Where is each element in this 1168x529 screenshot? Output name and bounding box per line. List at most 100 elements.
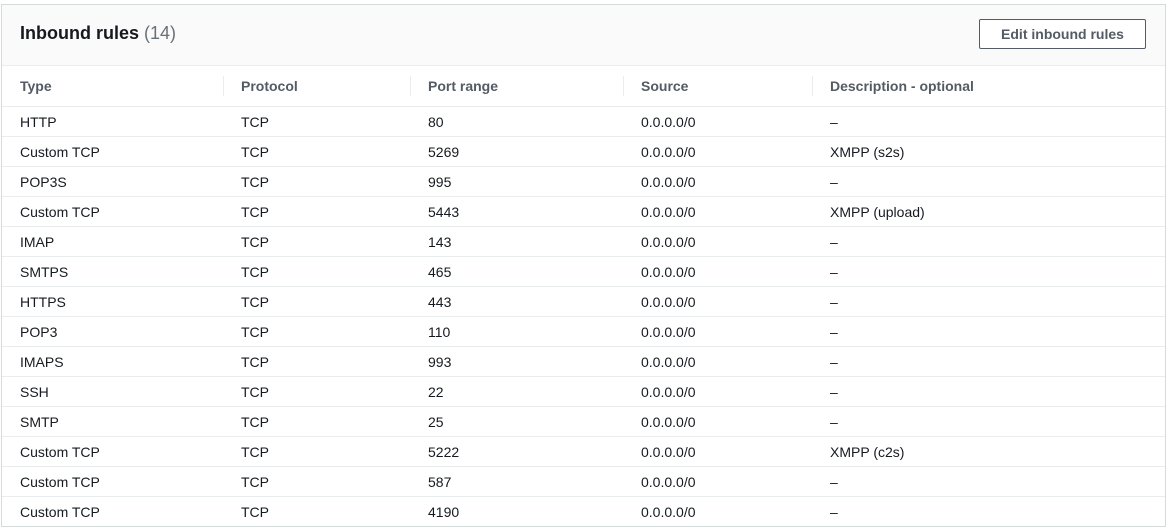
cell-type: Custom TCP xyxy=(20,503,100,520)
cell-description: XMPP (c2s) xyxy=(812,436,1165,467)
cell-type: IMAP xyxy=(2,226,223,257)
column-separator xyxy=(410,76,411,96)
cell-source: 0.0.0.0/0 xyxy=(623,376,812,407)
cell-type: SMTPS xyxy=(2,256,223,287)
cell-protocol: TCP xyxy=(223,316,410,347)
cell-port-range: 465 xyxy=(410,256,623,287)
table-row: Custom TCP TCP 5269 0.0.0.0/0 XMPP (s2s) xyxy=(2,136,1165,167)
column-separator xyxy=(623,76,624,96)
cell-description: – xyxy=(812,256,1165,287)
cell-source: 0.0.0.0/0 xyxy=(623,166,812,197)
inbound-rules-panel: Inbound rules (14) Edit inbound rules Ty… xyxy=(1,4,1166,527)
cell-description: – xyxy=(812,316,1165,347)
cell-port-range: 80 xyxy=(410,106,623,137)
cell-port-range: 5222 xyxy=(410,436,623,467)
cell-type: HTTPS xyxy=(2,286,223,317)
cell-protocol: TCP xyxy=(223,136,410,167)
cell-type: SMTP xyxy=(2,406,223,437)
cell-port-range: 25 xyxy=(410,406,623,437)
cell-port-range: 587 xyxy=(410,466,623,497)
cell-type: POP3 xyxy=(2,316,223,347)
table-row: Custom TCP TCP 4190 0.0.0.0/0 – xyxy=(2,497,1165,527)
cell-source: 0.0.0.0/0 xyxy=(623,106,812,137)
cell-protocol: TCP xyxy=(223,286,410,317)
table-body: HTTP TCP 80 0.0.0.0/0– Custom TCP TCP 5269 0.0.… xyxy=(2,106,1165,527)
cell-type: IMAPS xyxy=(2,346,223,377)
column-separator xyxy=(812,76,813,96)
cell-source: 0.0.0.0/0 xyxy=(623,466,812,497)
cell-description: – xyxy=(812,286,1165,317)
cell-protocol: TCP xyxy=(223,256,410,287)
cell-protocol: TCP xyxy=(223,166,410,197)
cell-port-range: 22 xyxy=(410,376,623,407)
column-header-port-range-label: Port range xyxy=(428,78,499,94)
table-row: IMAPS TCP 993 0.0.0.0/0– xyxy=(2,346,1165,377)
table-row: SMTP TCP 25 0.0.0.0/0– xyxy=(2,406,1165,437)
table-row: POP3S TCP 995 0.0.0.0/0– xyxy=(2,166,1165,197)
cell-source: 0.0.0.0/0 xyxy=(623,196,812,227)
cell-protocol: TCP xyxy=(223,226,410,257)
cell-type: HTTP xyxy=(2,106,223,137)
cell-source: 0.0.0.0/0 xyxy=(623,436,812,467)
cell-description: – xyxy=(812,226,1165,257)
cell-protocol: TCP xyxy=(223,436,410,467)
cell-port-range: 993 xyxy=(410,346,623,377)
cell-description: – xyxy=(812,346,1165,377)
cell-source: 0.0.0.0/0 xyxy=(623,346,812,377)
cell-source: 0.0.0.0/0 xyxy=(623,226,812,257)
table-row: Custom TCP TCP 587 0.0.0.0/0– xyxy=(2,466,1165,497)
cell-port-range: 995 xyxy=(410,166,623,197)
cell-source: 0.0.0.0/0 xyxy=(623,406,812,437)
cell-protocol: TCP xyxy=(223,376,410,407)
cell-port-range: 143 xyxy=(410,226,623,257)
cell-source: 0.0.0.0/0 xyxy=(623,316,812,347)
table-row: Custom TCP TCP 5222 0.0.0.0/0 XMPP (c2s) xyxy=(2,436,1165,467)
column-header-source-label: Source xyxy=(641,78,689,94)
cell-port-range: 110 xyxy=(410,316,623,347)
cell-description: – xyxy=(812,466,1165,497)
cell-description: – xyxy=(812,376,1165,407)
column-header-type[interactable]: Type xyxy=(2,66,223,107)
cell-port-range: 4190 xyxy=(428,503,460,520)
cell-protocol: TCP xyxy=(223,196,410,227)
panel-title-text: Inbound rules xyxy=(20,23,139,43)
table-row: SMTPS TCP 465 0.0.0.0/0– xyxy=(2,256,1165,287)
edit-inbound-rules-button[interactable]: Edit inbound rules xyxy=(979,19,1146,49)
column-header-source[interactable]: Source xyxy=(623,66,812,107)
cell-description: XMPP (upload) xyxy=(812,196,1165,227)
cell-protocol: TCP xyxy=(223,346,410,377)
column-header-description[interactable]: Description - optional xyxy=(812,66,1165,107)
column-header-port-range[interactable]: Port range xyxy=(410,66,623,107)
cell-description: XMPP (s2s) xyxy=(812,136,1165,167)
cell-source: 0.0.0.0/0 xyxy=(623,256,812,287)
cell-type: Custom TCP xyxy=(2,196,223,227)
cell-source: 0.0.0.0/0 xyxy=(623,286,812,317)
cell-source: 0.0.0.0/0 xyxy=(623,136,812,167)
cell-protocol: TCP xyxy=(223,466,410,497)
column-header-protocol[interactable]: Protocol xyxy=(223,66,410,107)
cell-protocol: TCP xyxy=(241,503,269,520)
table-row: Custom TCP TCP 5443 0.0.0.0/0 XMPP (upload) xyxy=(2,196,1165,227)
panel-title: Inbound rules (14) xyxy=(20,23,176,44)
cell-type: Custom TCP xyxy=(2,436,223,467)
inbound-rules-table: Type Protocol Port range Source Descript… xyxy=(2,66,1165,526)
cell-description: – xyxy=(812,166,1165,197)
table-row: IMAP TCP 143 0.0.0.0/0– xyxy=(2,226,1165,257)
column-header-description-label: Description - optional xyxy=(830,78,974,94)
table-row: HTTP TCP 80 0.0.0.0/0– xyxy=(2,106,1165,137)
cell-type: Custom TCP xyxy=(2,136,223,167)
column-header-type-label: Type xyxy=(20,78,52,94)
column-separator xyxy=(223,76,224,96)
cell-description: – xyxy=(812,406,1165,437)
table-header-row: Type Protocol Port range Source Descript… xyxy=(2,66,1165,107)
rule-count: (14) xyxy=(144,23,177,43)
cell-description: – xyxy=(830,503,838,520)
cell-protocol: TCP xyxy=(223,406,410,437)
cell-source: 0.0.0.0/0 xyxy=(641,503,696,520)
cell-port-range: 443 xyxy=(410,286,623,317)
cell-port-range: 5269 xyxy=(410,136,623,167)
cell-type: POP3S xyxy=(2,166,223,197)
table-row: HTTPS TCP 443 0.0.0.0/0– xyxy=(2,286,1165,317)
cell-description: – xyxy=(812,106,1165,137)
cell-type: Custom TCP xyxy=(2,466,223,497)
